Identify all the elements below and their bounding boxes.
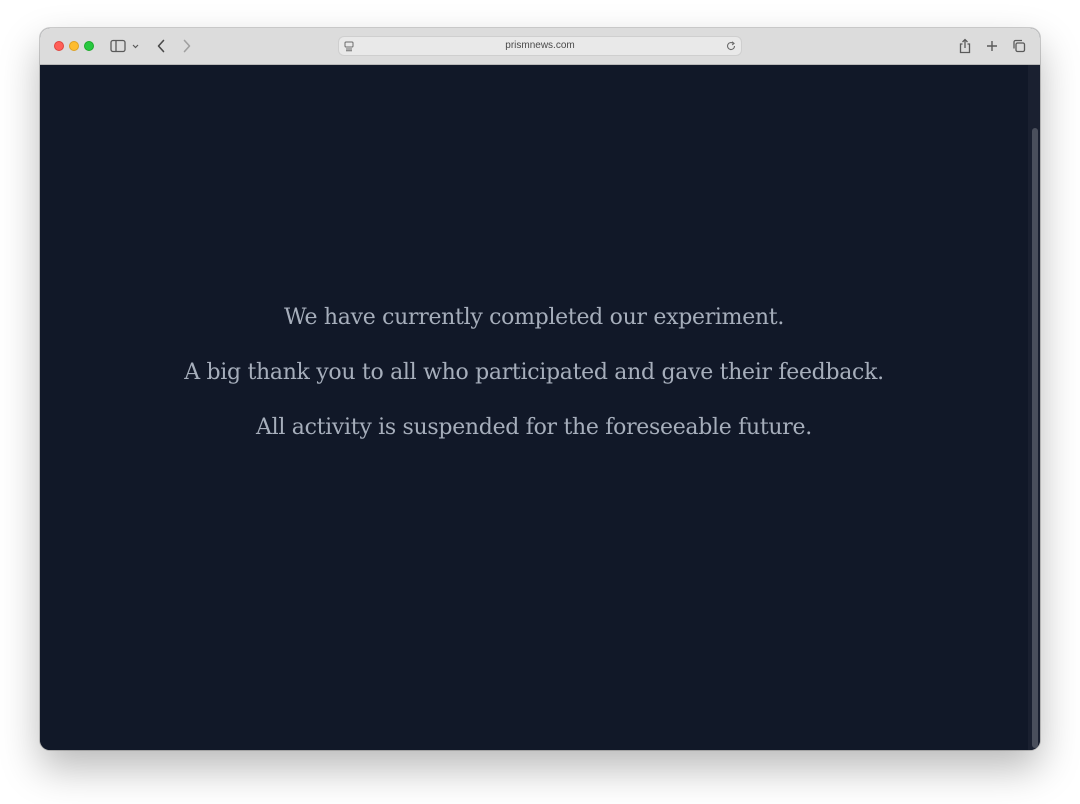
plus-icon (987, 41, 997, 51)
scrollbar-thumb[interactable] (1032, 128, 1038, 748)
minimize-window-button[interactable] (69, 41, 79, 51)
tab-overview-button[interactable] (1009, 37, 1029, 55)
sidebar-icon (110, 39, 139, 53)
message-line-suspended: All activity is suspended for the forese… (256, 415, 812, 440)
message-line-thanks: A big thank you to all who participated … (184, 360, 884, 385)
browser-window: prismnews.com We have currently complete… (40, 28, 1040, 750)
share-icon (959, 38, 971, 54)
address-bar[interactable]: prismnews.com (338, 36, 742, 56)
tabs-icon (1013, 39, 1026, 53)
share-button[interactable] (955, 37, 975, 55)
close-window-button[interactable] (54, 41, 64, 51)
back-button[interactable] (152, 37, 170, 55)
reload-icon[interactable] (725, 40, 737, 52)
chevron-left-icon (157, 39, 165, 53)
maximize-window-button[interactable] (84, 41, 94, 51)
page-content: We have currently completed our experime… (40, 65, 1040, 750)
message-line-completed: We have currently completed our experime… (283, 305, 785, 330)
chevron-right-icon (183, 39, 191, 53)
new-tab-button[interactable] (982, 37, 1002, 55)
forward-button[interactable] (178, 37, 196, 55)
browser-toolbar: prismnews.com (40, 28, 1040, 65)
url-text[interactable]: prismnews.com (339, 37, 741, 55)
sidebar-toggle-button[interactable] (108, 37, 142, 55)
